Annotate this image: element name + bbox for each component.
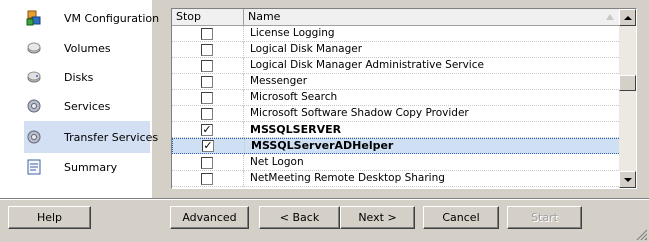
nav-item-vm-configuration[interactable]: VM Configuration <box>24 3 159 33</box>
start-button[interactable]: Start <box>507 206 582 229</box>
arrow-up-icon <box>623 15 632 20</box>
stop-checkbox-checked[interactable]: ✓ <box>202 140 214 152</box>
table-row[interactable]: Logical Disk Manager <box>172 42 621 58</box>
stop-cell <box>172 90 244 106</box>
column-header-name-label: Name <box>248 10 281 23</box>
table-row[interactable]: Logical Disk Manager Administrative Serv… <box>172 58 621 74</box>
nav-label: Disks <box>64 70 94 84</box>
advanced-button[interactable]: Advanced <box>170 206 249 229</box>
nav-label: Summary <box>64 160 118 174</box>
table-row-highlighted[interactable]: ✓ MSSQLServerADHelper <box>172 138 621 155</box>
services-list-body: Stop Name License Logging Logical Disk M… <box>172 9 621 188</box>
table-row[interactable]: Messenger <box>172 74 621 90</box>
stop-checkbox[interactable] <box>201 157 213 169</box>
table-row[interactable]: ✓ MSSQLSERVER <box>172 122 621 138</box>
button-bar-divider <box>0 198 649 200</box>
nav-item-volumes[interactable]: Volumes <box>24 33 150 63</box>
services-gear-icon <box>26 98 42 114</box>
service-name: Microsoft Search <box>250 91 338 103</box>
nav-label: Volumes <box>64 41 111 55</box>
stop-cell <box>172 42 244 58</box>
stop-checkbox[interactable] <box>201 108 213 120</box>
stop-cell <box>172 58 244 74</box>
nav-item-disks[interactable]: Disks <box>24 62 150 92</box>
table-row[interactable]: Microsoft Search <box>172 90 621 106</box>
back-button[interactable]: < Back <box>259 206 340 229</box>
nav-item-summary[interactable]: Summary <box>24 152 150 182</box>
service-name: Logical Disk Manager Administrative Serv… <box>250 59 484 71</box>
table-row[interactable]: Microsoft Software Shadow Copy Provider <box>172 106 621 122</box>
services-list[interactable]: Stop Name License Logging Logical Disk M… <box>171 8 637 189</box>
stop-checkbox[interactable] <box>201 28 213 40</box>
service-name: NetMeeting Remote Desktop Sharing <box>250 172 445 184</box>
table-row[interactable]: Net Logon <box>172 155 621 171</box>
service-name: Microsoft Software Shadow Copy Provider <box>250 107 469 119</box>
stop-checkbox-checked[interactable]: ✓ <box>201 124 213 136</box>
stop-cell <box>172 106 244 122</box>
vm-configuration-icon <box>26 10 42 26</box>
stop-checkbox[interactable] <box>201 60 213 72</box>
scroll-down-button[interactable] <box>619 171 636 188</box>
stop-cell <box>172 171 244 187</box>
nav-label: Services <box>64 99 111 113</box>
stop-cell: ✓ <box>172 122 244 138</box>
service-name: License Logging <box>250 27 335 39</box>
cancel-button[interactable]: Cancel <box>423 206 499 229</box>
column-header-stop[interactable]: Stop <box>172 9 244 26</box>
disk-icon <box>26 69 42 85</box>
help-button[interactable]: Help <box>8 206 91 229</box>
stop-cell: ✓ <box>173 139 245 155</box>
nav-item-transfer-services[interactable]: Transfer Services <box>24 121 158 153</box>
scroll-up-button[interactable] <box>619 9 636 26</box>
volume-icon <box>26 40 42 56</box>
wizard-navigation: VM Configuration Volumes Disks Services … <box>0 0 159 198</box>
nav-item-services[interactable]: Services <box>24 91 150 121</box>
stop-cell <box>172 74 244 90</box>
stop-checkbox[interactable] <box>201 76 213 88</box>
table-row[interactable]: License Logging <box>172 26 621 42</box>
content-panel: Stop Name License Logging Logical Disk M… <box>160 0 649 198</box>
stop-checkbox[interactable] <box>201 44 213 56</box>
service-name: Messenger <box>250 75 308 87</box>
arrow-down-icon <box>623 177 632 182</box>
vertical-scrollbar[interactable] <box>619 9 636 188</box>
service-name: Net Logon <box>250 156 304 168</box>
scrollbar-thumb[interactable] <box>619 75 636 91</box>
column-header-name[interactable]: Name <box>244 9 621 26</box>
stop-checkbox[interactable] <box>201 92 213 104</box>
table-row[interactable]: NetMeeting Remote Desktop Sharing <box>172 171 621 187</box>
transfer-services-gear-icon <box>26 129 42 145</box>
nav-label: Transfer Services <box>64 130 159 144</box>
stop-checkbox[interactable] <box>201 173 213 185</box>
next-button[interactable]: Next > <box>340 206 415 229</box>
stop-cell <box>172 26 244 42</box>
resize-grip-icon[interactable] <box>635 228 647 240</box>
sort-ascending-icon <box>606 14 614 20</box>
stop-cell <box>172 155 244 171</box>
service-name: Logical Disk Manager <box>250 43 363 55</box>
nav-label: VM Configuration <box>64 11 160 25</box>
service-name: MSSQLSERVER <box>250 123 342 136</box>
service-name: MSSQLServerADHelper <box>251 139 394 152</box>
summary-document-icon <box>26 159 42 175</box>
